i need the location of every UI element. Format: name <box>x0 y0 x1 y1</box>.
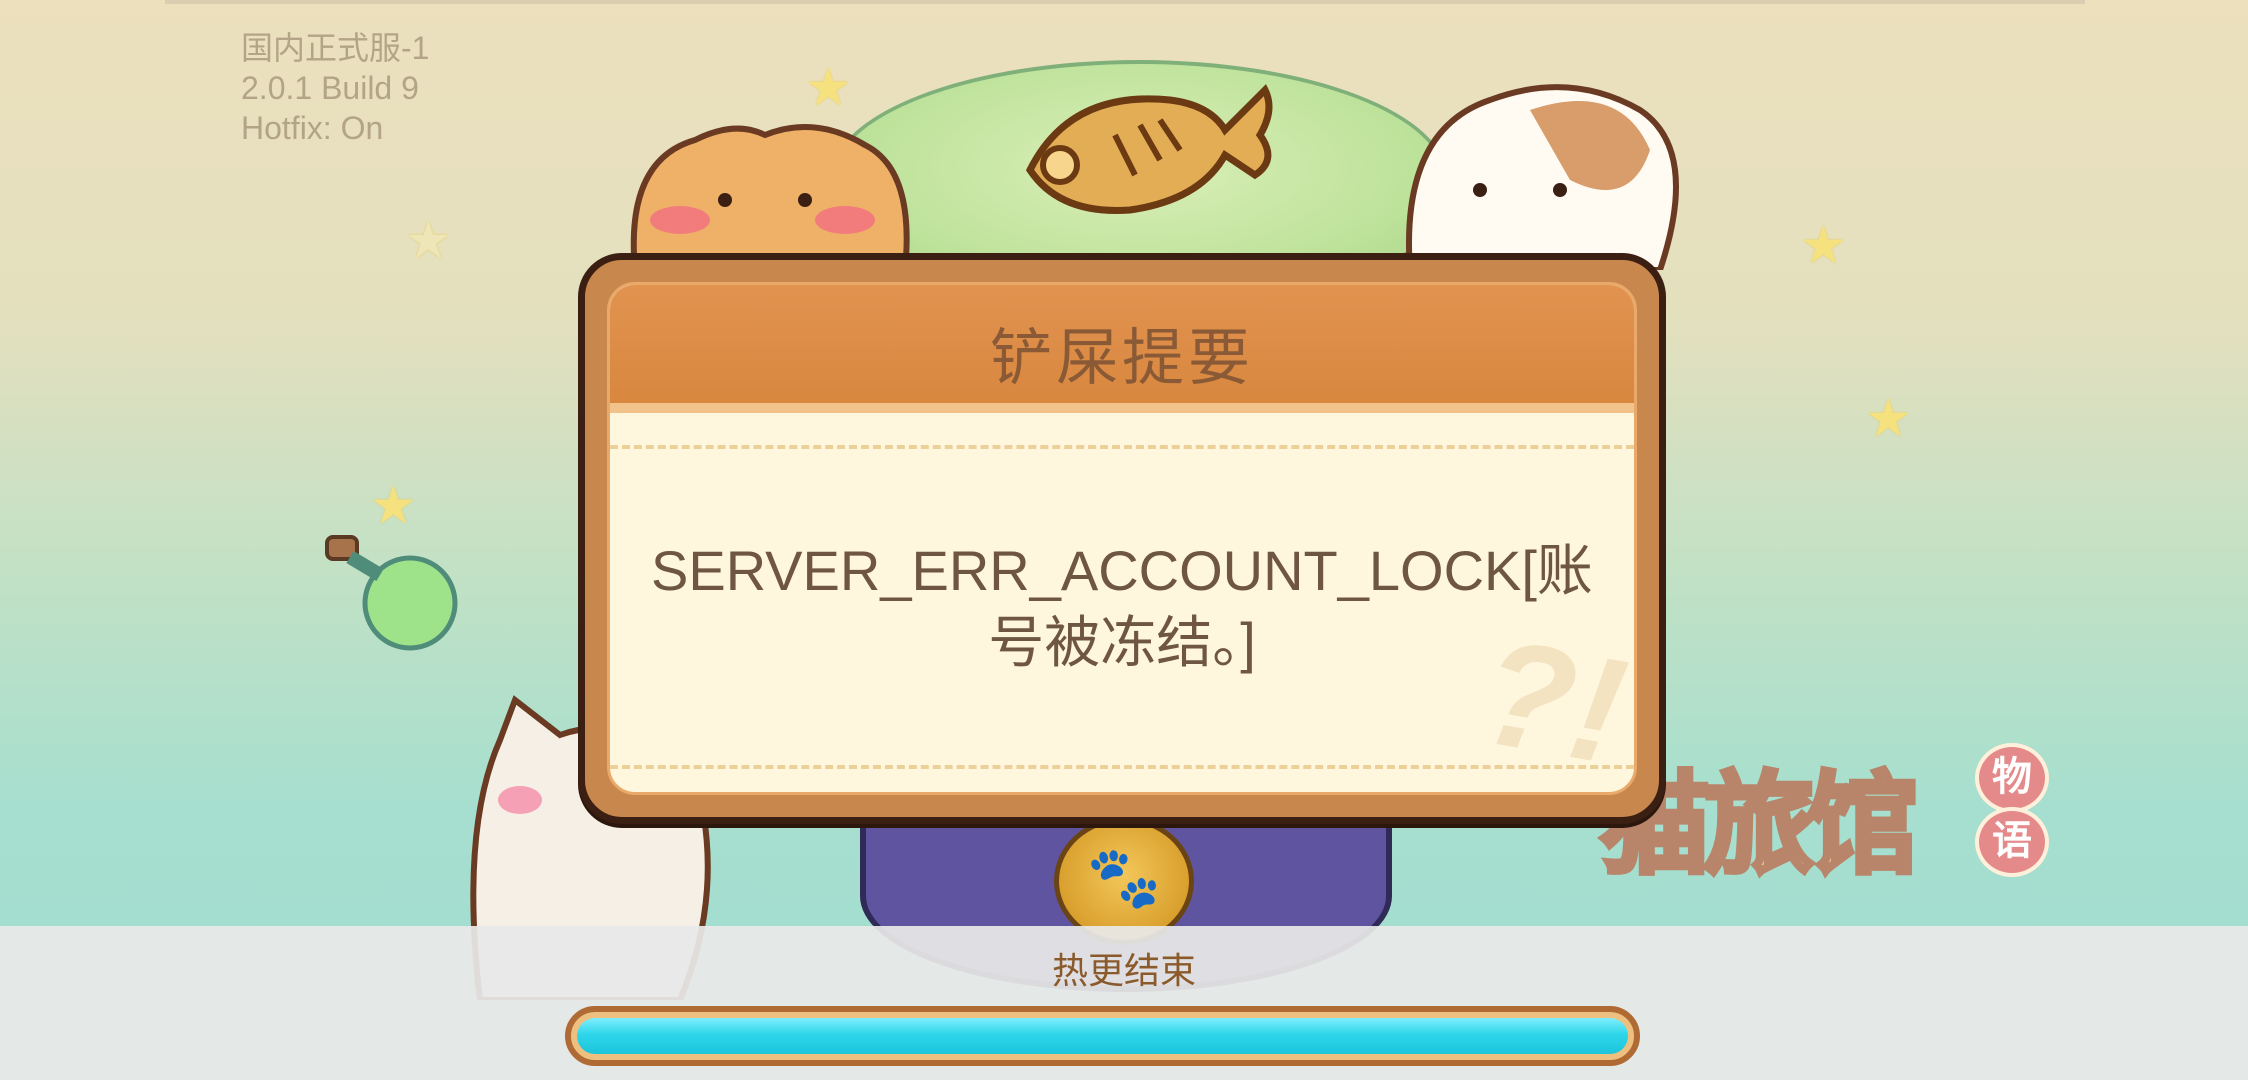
version-info: 国内正式服-1 2.0.1 Build 9 Hotfix: On <box>241 28 429 148</box>
progress-fill <box>577 1018 1628 1054</box>
server-name: 国内正式服-1 <box>241 30 430 66</box>
dialog-message: SERVER_ERR_ACCOUNT_LOCK[账号被冻结。] <box>651 539 1593 674</box>
progress-bar <box>565 1006 1640 1066</box>
star-icon: ★ <box>370 477 417 535</box>
build-number: 2.0.1 Build 9 <box>241 70 419 106</box>
potion-bottle-decoration <box>325 535 465 660</box>
star-icon: ★ <box>805 59 852 117</box>
fish-decoration <box>1010 50 1280 245</box>
logo-badge-bottom: 语 <box>1975 807 2049 877</box>
dialog-panel: 铲屎提要 ?! SERVER_ERR_ACCOUNT_LOCK[账号被冻结。] <box>607 282 1637 795</box>
error-dialog[interactable]: 铲屎提要 ?! SERVER_ERR_ACCOUNT_LOCK[账号被冻结。] <box>578 253 1666 824</box>
divider-bottom <box>610 765 1634 769</box>
loading-status: 热更结束 <box>1051 950 1196 991</box>
star-icon: ★ <box>1865 390 1912 448</box>
hotfix-status: Hotfix: On <box>241 110 384 146</box>
logo-badge-top: 物 <box>1975 743 2049 813</box>
dialog-header: 铲屎提要 <box>610 285 1634 413</box>
divider-top <box>610 445 1634 449</box>
dialog-title: 铲屎提要 <box>989 324 1254 393</box>
top-edge <box>165 0 2085 4</box>
orange-cat-decoration <box>615 120 935 275</box>
star-icon: ★ <box>1800 217 1847 275</box>
calico-cat-decoration <box>1400 70 1760 275</box>
star-icon: ★ <box>405 212 452 270</box>
